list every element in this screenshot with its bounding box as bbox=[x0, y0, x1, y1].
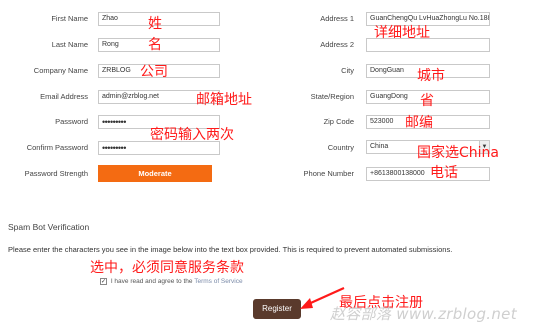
terms-of-service-link[interactable]: Terms of Service bbox=[194, 278, 242, 285]
password-strength-label: Password Strength bbox=[24, 169, 88, 178]
annotation-email: 邮箱地址 bbox=[196, 92, 252, 108]
register-button[interactable]: Register bbox=[253, 299, 301, 319]
terms-text: I have read and agree to the bbox=[110, 278, 193, 286]
address1-label: Address 1 bbox=[320, 14, 354, 23]
phone-label: Phone Number bbox=[303, 169, 354, 178]
annotation-country: 国家选China bbox=[417, 145, 499, 161]
country-label: Country bbox=[327, 143, 354, 152]
password-label: Password bbox=[55, 117, 88, 126]
annotation-address: 详细地址 bbox=[374, 25, 430, 41]
city-label: City bbox=[341, 66, 354, 75]
address2-label: Address 2 bbox=[320, 40, 354, 49]
watermark: 赵容部落 www.zrblog.net bbox=[330, 305, 517, 323]
zip-label: Zip Code bbox=[323, 117, 354, 126]
email-label: Email Address bbox=[40, 92, 88, 101]
state-label: State/Region bbox=[310, 92, 354, 101]
confirm-password-input[interactable]: ••••••••• bbox=[98, 141, 220, 155]
confirm-password-label: Confirm Password bbox=[26, 143, 88, 152]
captcha-section-title: Spam Bot Verification bbox=[8, 222, 90, 232]
address1-input[interactable]: GuanChengQu LvHuaZhongLu No.188 bbox=[366, 12, 490, 26]
annotation-company: 公司 bbox=[140, 64, 168, 80]
password-strength-meter: Moderate bbox=[98, 165, 212, 182]
terms-agreement: ✓ I have read and agree to the Terms of … bbox=[100, 278, 243, 285]
captcha-notice: Please enter the characters you see in t… bbox=[8, 245, 453, 254]
phone-input[interactable]: +8613800138000 bbox=[366, 167, 490, 181]
annotation-zip: 邮编 bbox=[405, 115, 433, 131]
first-name-label: First Name bbox=[51, 14, 88, 23]
annotation-phone: 电话 bbox=[430, 165, 458, 181]
annotation-agree: 选中，必须同意服务条款 bbox=[90, 260, 244, 276]
annotation-province: 省 bbox=[420, 93, 434, 109]
company-name-label: Company Name bbox=[33, 66, 88, 75]
annotation-city: 城市 bbox=[417, 68, 445, 84]
country-selected-value: China bbox=[370, 143, 389, 150]
annotation-password: 密码输入两次 bbox=[150, 127, 234, 143]
annotation-name: 姓 名 bbox=[148, 16, 162, 53]
last-name-label: Last Name bbox=[51, 40, 88, 49]
terms-checkbox[interactable]: ✓ bbox=[100, 278, 107, 285]
